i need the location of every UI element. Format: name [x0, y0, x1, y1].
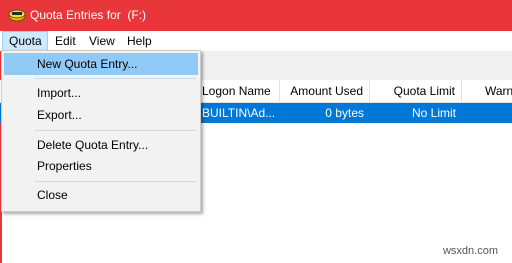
menu-item-new-quota-entry[interactable]: New Quota Entry...: [4, 53, 198, 75]
menu-item-import[interactable]: Import...: [4, 82, 198, 104]
menu-edit[interactable]: Edit: [49, 31, 82, 51]
menu-bar: Quota Edit View Help: [0, 31, 512, 51]
window-title: Quota Entries for (F:): [30, 8, 147, 22]
title-bar: Quota Entries for (F:): [0, 0, 512, 31]
menu-item-export[interactable]: Export...: [4, 104, 198, 126]
watermark: wsxdn.com: [442, 245, 498, 257]
cell-quota-limit: No Limit: [411, 106, 456, 120]
column-warning[interactable]: Warn: [462, 80, 512, 102]
menu-separator: [34, 130, 196, 131]
column-logon-name[interactable]: Logon Name: [196, 80, 280, 102]
menu-item-delete-quota-entry[interactable]: Delete Quota Entry...: [4, 134, 198, 156]
menu-item-properties[interactable]: Properties: [4, 155, 198, 177]
menu-separator: [34, 181, 196, 182]
cell-amount-used: 0 bytes: [325, 106, 364, 120]
menu-quota[interactable]: Quota: [2, 31, 48, 51]
column-amount-used[interactable]: Amount Used: [280, 80, 370, 102]
column-quota-limit[interactable]: Quota Limit: [370, 80, 462, 102]
quota-icon: [8, 9, 26, 22]
menu-separator: [34, 78, 196, 79]
cell-logon-name: BUILTIN\Ad...: [202, 106, 276, 120]
menu-help[interactable]: Help: [121, 31, 158, 51]
menu-view[interactable]: View: [83, 31, 121, 51]
quota-menu-dropdown: New Quota Entry... Import... Export... D…: [1, 50, 201, 212]
menu-item-close[interactable]: Close: [4, 184, 198, 206]
